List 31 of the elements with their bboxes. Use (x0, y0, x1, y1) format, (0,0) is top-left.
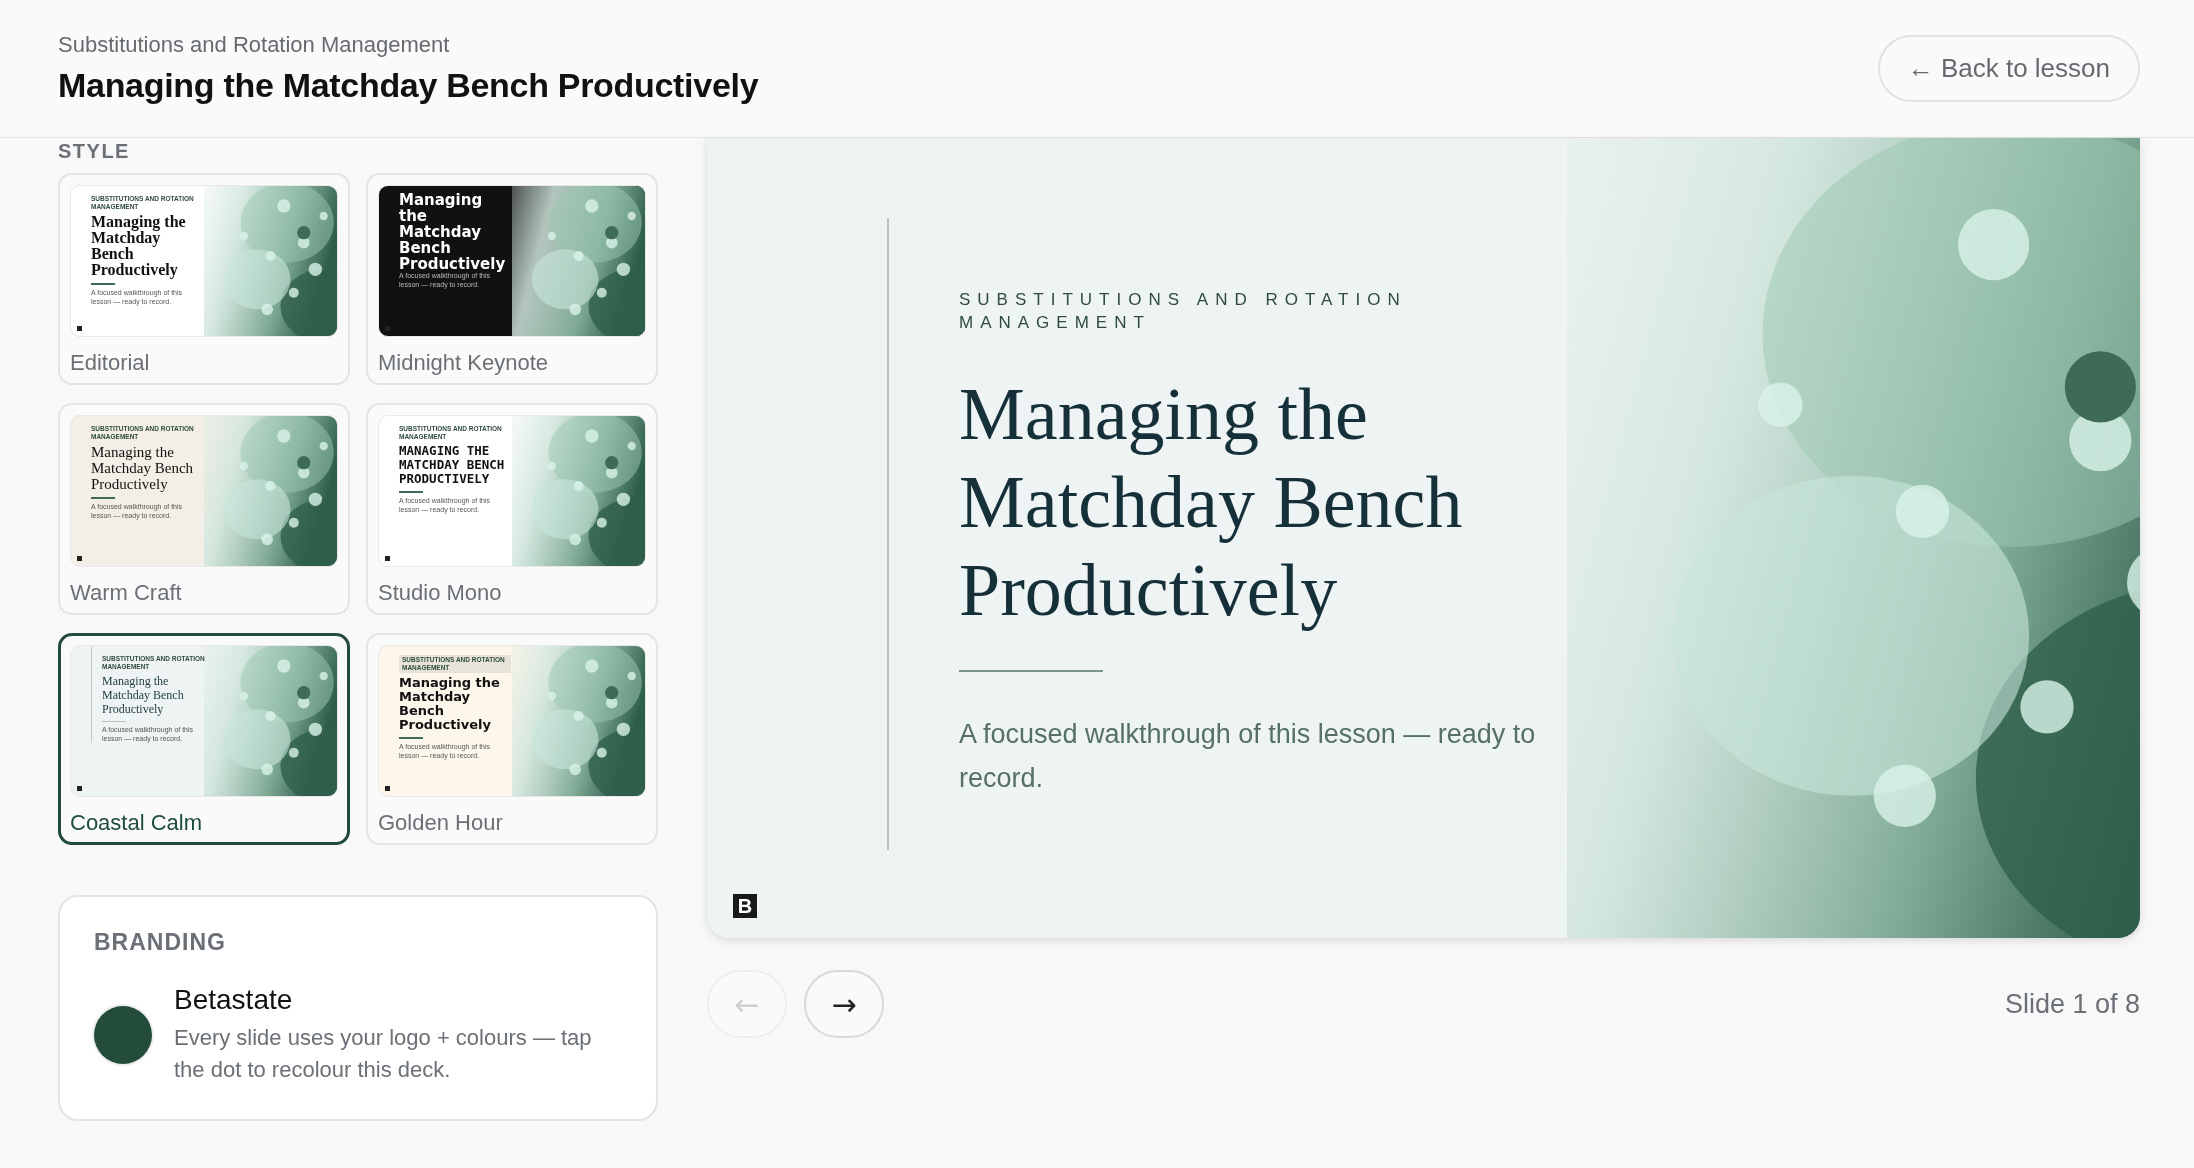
section-label: STYLE (58, 140, 131, 163)
style-name: Coastal Calm (70, 810, 204, 836)
slide-eyebrow: SUBSTITUTIONS AND ROTATION MANAGEMENT (959, 289, 1408, 334)
slide-title: Managing the Matchday Bench Productively (959, 372, 1464, 633)
course-name: Substitutions and Rotation Management (58, 32, 451, 58)
thumbnail-title: Managing the Matchday Bench Productively (91, 444, 195, 492)
style-name: Golden Hour (378, 810, 504, 836)
thumbnail-title: Managing the Matchday Bench Productively (399, 192, 507, 272)
thumbnail-title: Managing the Matchday Bench Productively (399, 676, 501, 732)
logo: B (733, 894, 757, 918)
color-dot[interactable] (94, 1006, 152, 1064)
logo-icon (385, 786, 390, 791)
back-button[interactable]: ← Back to lesson (1877, 35, 2140, 102)
thumbnail-title: Managing the Matchday Bench Productively (91, 214, 187, 278)
brand-name: Betastate (174, 984, 294, 1016)
slide-counter: Slide 1 of 8 (2004, 988, 2140, 1020)
thumbnail-title: MANAGING THE MATCHDAY BENCH PRODUCTIVELY (399, 444, 506, 486)
logo-icon (77, 326, 82, 331)
nav-button[interactable]: → (804, 970, 884, 1038)
brand-description: Every slide uses your logo + colours — tap the dot to recolour this deck. (174, 1024, 593, 1084)
slide-subtitle: A focused walkthrough of this lesson — ready to record. (959, 718, 1537, 795)
thumbnail-title: Managing the Matchday Bench Productively (102, 674, 185, 716)
logo-icon (385, 556, 390, 561)
style-name: Editorial (70, 350, 151, 376)
lesson-title: Managing the Matchday Bench Productively (58, 66, 759, 105)
style-name: Studio Mono (378, 580, 503, 606)
style-name: Warm Craft (70, 580, 183, 606)
section-label: BRANDING (94, 929, 227, 956)
logo-icon (77, 556, 82, 561)
style-name: Midnight Keynote (378, 350, 549, 376)
logo-icon (77, 786, 82, 791)
